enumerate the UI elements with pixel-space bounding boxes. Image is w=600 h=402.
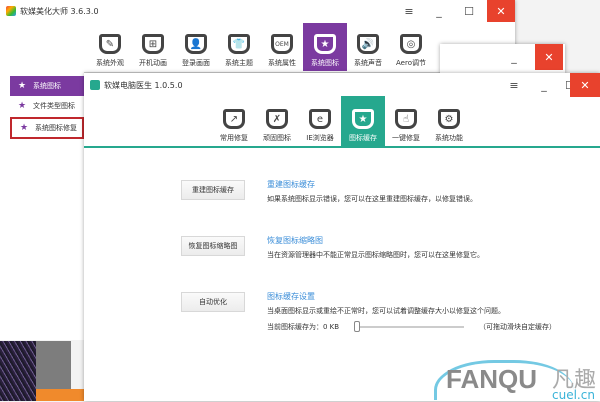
- close-button[interactable]: ✕: [535, 44, 563, 70]
- sidebar-item-label: 系统图标修复: [35, 124, 77, 132]
- watermark-logo: FANQU 凡趣 cuel.cn: [434, 358, 600, 402]
- tool-5[interactable]: ★ 系统图标: [303, 23, 347, 71]
- section-title: 恢复图标缩略图: [267, 236, 323, 245]
- tool-icon: 👕: [228, 34, 250, 54]
- browse-button[interactable]: [36, 389, 84, 401]
- tool-5[interactable]: ⚙ 系统功能: [427, 96, 471, 146]
- action-button-0[interactable]: 重建图标缓存: [181, 180, 245, 200]
- section-description: 当桌面图标显示或重绘不正常时，您可以试着调整缓存大小以修复这个问题。: [267, 307, 505, 315]
- tool-6[interactable]: 🔊 系统声音: [346, 23, 390, 71]
- tool-1[interactable]: ✗ 顽固图标: [255, 96, 299, 146]
- slider-handle[interactable]: [354, 321, 360, 332]
- tool-label: 系统声音: [354, 59, 382, 67]
- front-window: 软媒电脑医生 1.0.5.0 ≡ _ ☐ ✕ ↗常用修复✗顽固图标eIE浏览器★…: [84, 73, 600, 402]
- sidebar-item-1[interactable]: ★ 文件类型图标: [10, 96, 84, 116]
- tool-label: 一键修复: [392, 134, 420, 142]
- window-title: 软媒美化大师 3.6.3.0: [20, 6, 99, 16]
- app-logo-icon: [90, 80, 100, 90]
- tool-label: 顽固图标: [263, 134, 291, 142]
- tool-1[interactable]: ⊞ 开机动画: [131, 23, 175, 71]
- star-icon: ★: [17, 101, 27, 111]
- tool-icon: ⊞: [142, 34, 164, 54]
- tool-label: 图标缓存: [349, 134, 377, 142]
- close-button[interactable]: ✕: [570, 73, 600, 97]
- section-title: 重建图标缓存: [267, 180, 315, 189]
- tool-icon: ↗: [223, 109, 245, 129]
- tool-0[interactable]: ✎ 系统外观: [88, 23, 132, 71]
- close-button[interactable]: ✕: [487, 0, 515, 22]
- wallpaper-preview: [0, 341, 36, 401]
- tool-label: 系统主题: [225, 59, 253, 67]
- toolbar-divider: [84, 146, 600, 148]
- sidebar-item-0[interactable]: ★ 系统图标: [10, 76, 84, 96]
- action-button-2[interactable]: 自动优化: [181, 292, 245, 312]
- tool-2[interactable]: 👤 登录画面: [174, 23, 218, 71]
- tool-icon: ★: [352, 109, 374, 129]
- window-title: 软媒电脑医生 1.0.5.0: [104, 80, 183, 90]
- tool-icon: ⚙: [438, 109, 460, 129]
- tool-2[interactable]: e IE浏览器: [298, 96, 342, 146]
- tool-4[interactable]: OEM 系统属性: [260, 23, 304, 71]
- tool-icon: OEM: [271, 34, 293, 54]
- tool-icon: ✗: [266, 109, 288, 129]
- tool-icon: e: [309, 109, 331, 129]
- star-icon: ★: [19, 123, 29, 133]
- tool-label: Aero调节: [396, 59, 426, 67]
- section-title: 图标缓存设置: [267, 292, 315, 301]
- tool-label: 系统图标: [311, 59, 339, 67]
- back-window: 软媒美化大师 3.6.3.0 ≡ _ ☐ ✕ ✎ 系统外观 ⊞ 开机动画 👤 登录画面 👕 系…: [0, 0, 515, 72]
- maximize-button[interactable]: ☐: [455, 0, 483, 22]
- tool-3[interactable]: 👕 系统主题: [217, 23, 261, 71]
- minimize-button[interactable]: _: [500, 44, 528, 70]
- slider-hint: （可拖动滑块自定缓存）: [479, 323, 556, 331]
- sidebar-item-label: 系统图标: [33, 82, 61, 90]
- preview-panel: [36, 341, 71, 389]
- app-logo-icon: [6, 6, 16, 16]
- sidebar-item-label: 文件类型图标: [33, 102, 75, 110]
- tool-icon: ✎: [99, 34, 121, 54]
- tool-icon: ◎: [400, 34, 422, 54]
- tool-label: 登录画面: [182, 59, 210, 67]
- tool-icon: 👤: [185, 34, 207, 54]
- tool-icon: 🔊: [357, 34, 379, 54]
- tool-icon: ★: [314, 34, 336, 54]
- cache-size-label: 当前图标缓存为：0 KB: [267, 323, 340, 331]
- section-description: 如果系统图标显示错误，您可以在这里重建图标缓存，以修复错误。: [267, 195, 477, 203]
- tool-label: 开机动画: [139, 59, 167, 67]
- tool-label: IE浏览器: [306, 134, 334, 142]
- section-2: 图标缓存设置当桌面图标显示或重绘不正常时，您可以试着调整缓存大小以修复这个问题。: [267, 291, 505, 316]
- tool-label: 系统外观: [96, 59, 124, 67]
- cache-slider[interactable]: [354, 321, 464, 335]
- section-1: 恢复图标缩略图当在资源管理器中不能正常显示图标缩略图时，您可以在这里修复它。: [267, 235, 484, 260]
- tool-0[interactable]: ↗ 常用修复: [212, 96, 256, 146]
- tool-label: 系统功能: [435, 134, 463, 142]
- menu-button[interactable]: ≡: [500, 73, 528, 97]
- tool-icon: ☝: [395, 109, 417, 129]
- sidebar-item-2[interactable]: ★ 系统图标修复: [10, 117, 84, 139]
- section-description: 当在资源管理器中不能正常显示图标缩略图时，您可以在这里修复它。: [267, 251, 484, 259]
- middle-window: _ ✕: [440, 44, 565, 74]
- minimize-button[interactable]: _: [530, 73, 558, 97]
- menu-button[interactable]: ≡: [395, 0, 423, 22]
- minimize-button[interactable]: _: [425, 0, 453, 22]
- star-icon: ★: [17, 81, 27, 91]
- tool-label: 系统属性: [268, 59, 296, 67]
- tool-3[interactable]: ★ 图标缓存: [341, 96, 385, 146]
- tool-label: 常用修复: [220, 134, 248, 142]
- tool-4[interactable]: ☝ 一键修复: [384, 96, 428, 146]
- action-button-1[interactable]: 恢复图标缩略图: [181, 236, 245, 256]
- tool-7[interactable]: ◎ Aero调节: [389, 23, 433, 71]
- section-0: 重建图标缓存如果系统图标显示错误，您可以在这里重建图标缓存，以修复错误。: [267, 179, 477, 204]
